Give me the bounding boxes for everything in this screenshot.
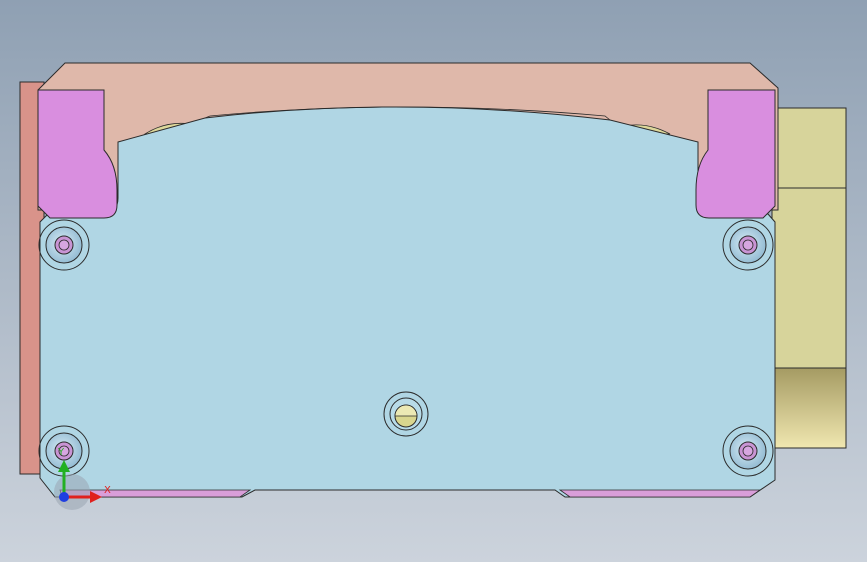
top-right-bolt[interactable] (722, 219, 774, 271)
clamp-right[interactable] (695, 89, 776, 219)
bottom-strip-right (558, 489, 762, 498)
cad-viewport[interactable]: X Y (0, 0, 867, 562)
triad-y-label: Y (58, 447, 65, 458)
triad-shadow (54, 474, 90, 510)
inner-plate[interactable] (39, 106, 776, 498)
triad-x-label: X (104, 485, 111, 496)
side-block[interactable] (771, 107, 847, 449)
top-left-bolt[interactable] (38, 219, 90, 271)
center-pin[interactable] (383, 391, 429, 437)
model-scene[interactable] (0, 0, 867, 562)
z-axis-dot (59, 492, 69, 502)
bottom-right-bolt[interactable] (722, 425, 774, 477)
